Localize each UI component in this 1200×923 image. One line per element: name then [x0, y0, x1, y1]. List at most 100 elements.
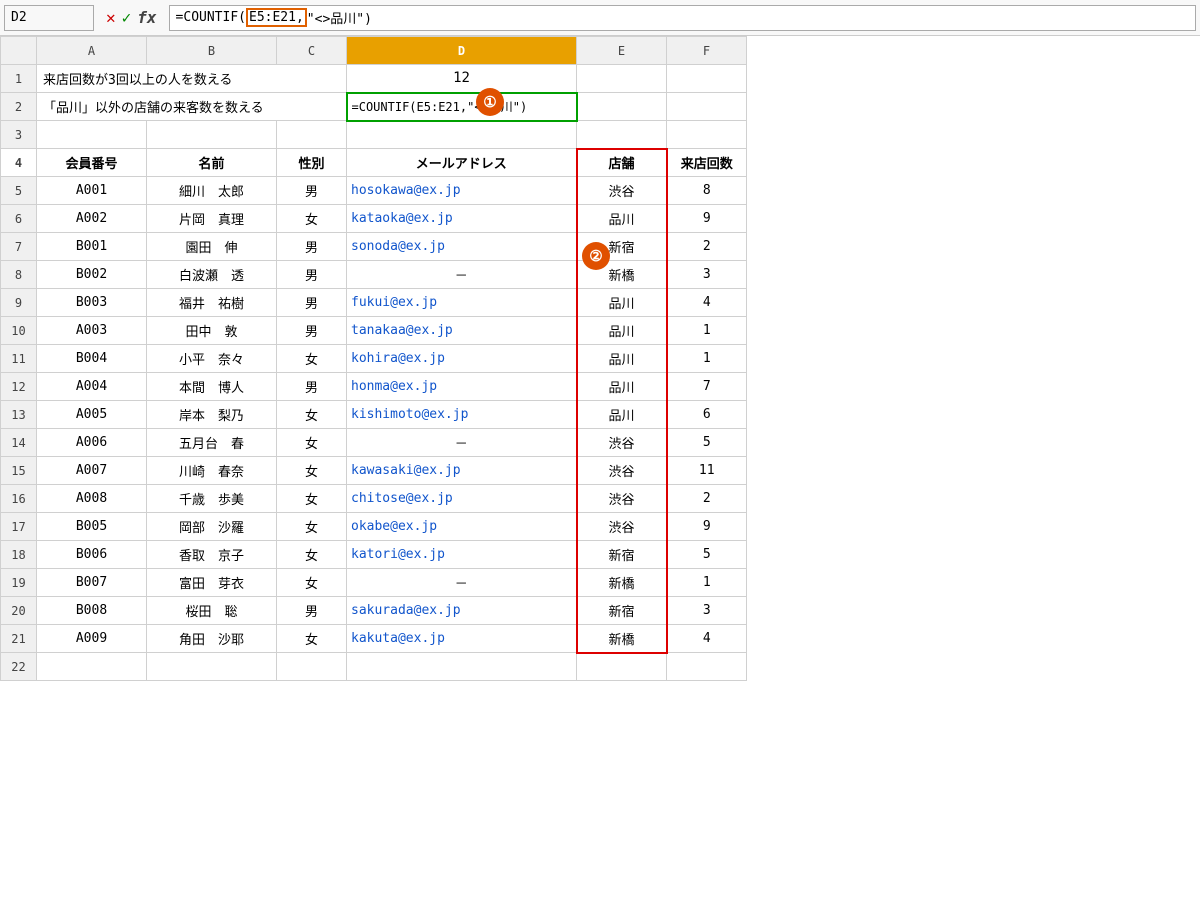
- cell-10A[interactable]: A003: [37, 317, 147, 345]
- cell-14D[interactable]: －: [347, 429, 577, 457]
- cell-21A[interactable]: A009: [37, 625, 147, 653]
- cell-17E[interactable]: 渋谷: [577, 513, 667, 541]
- col-header-B[interactable]: B: [147, 37, 277, 65]
- cell-15D[interactable]: kawasaki@ex.jp: [347, 457, 577, 485]
- cell-16F[interactable]: 2: [667, 485, 747, 513]
- cell-20C[interactable]: 男: [277, 597, 347, 625]
- cell-21D[interactable]: kakuta@ex.jp: [347, 625, 577, 653]
- cell-10D[interactable]: tanakaa@ex.jp: [347, 317, 577, 345]
- cell-11E[interactable]: 品川: [577, 345, 667, 373]
- cell-7B[interactable]: 園田 伸: [147, 233, 277, 261]
- cell-8B[interactable]: 白波瀬 透: [147, 261, 277, 289]
- function-icon[interactable]: fx: [137, 8, 156, 27]
- cell-10B[interactable]: 田中 敦: [147, 317, 277, 345]
- cell-13E[interactable]: 品川: [577, 401, 667, 429]
- cell-11D[interactable]: kohira@ex.jp: [347, 345, 577, 373]
- cell-19A[interactable]: B007: [37, 569, 147, 597]
- cell-6D[interactable]: kataoka@ex.jp: [347, 205, 577, 233]
- cell-5C[interactable]: 男: [277, 177, 347, 205]
- cell-20B[interactable]: 桜田 聡: [147, 597, 277, 625]
- col-header-C[interactable]: C: [277, 37, 347, 65]
- col-header-D[interactable]: D: [347, 37, 577, 65]
- col-header-E[interactable]: E: [577, 37, 667, 65]
- cell-5A[interactable]: A001: [37, 177, 147, 205]
- cell-9A[interactable]: B003: [37, 289, 147, 317]
- cell-16B[interactable]: 千歳 歩美: [147, 485, 277, 513]
- cell-13C[interactable]: 女: [277, 401, 347, 429]
- formula-input[interactable]: =COUNTIF(E5:E21,"<>品川"): [169, 5, 1196, 31]
- cell-17B[interactable]: 岡部 沙羅: [147, 513, 277, 541]
- cell-19C[interactable]: 女: [277, 569, 347, 597]
- cell-6E[interactable]: 品川: [577, 205, 667, 233]
- cell-8D[interactable]: －: [347, 261, 577, 289]
- cell-reference-box[interactable]: D2: [4, 5, 94, 31]
- cell-18D[interactable]: katori@ex.jp: [347, 541, 577, 569]
- cell-18A[interactable]: B006: [37, 541, 147, 569]
- cell-14C[interactable]: 女: [277, 429, 347, 457]
- cell-7F[interactable]: 2: [667, 233, 747, 261]
- cell-14B[interactable]: 五月台 春: [147, 429, 277, 457]
- cell-15E[interactable]: 渋谷: [577, 457, 667, 485]
- cell-17C[interactable]: 女: [277, 513, 347, 541]
- cell-14E[interactable]: 渋谷: [577, 429, 667, 457]
- cell-21C[interactable]: 女: [277, 625, 347, 653]
- cell-15C[interactable]: 女: [277, 457, 347, 485]
- row1-label[interactable]: 来店回数が3回以上の人を数える: [37, 65, 347, 93]
- cell-13A[interactable]: A005: [37, 401, 147, 429]
- cell-19E[interactable]: 新橋: [577, 569, 667, 597]
- cell-7A[interactable]: B001: [37, 233, 147, 261]
- cell-18E[interactable]: 新宿: [577, 541, 667, 569]
- cell-20F[interactable]: 3: [667, 597, 747, 625]
- cell-9F[interactable]: 4: [667, 289, 747, 317]
- cell-9E[interactable]: 品川: [577, 289, 667, 317]
- cell-18B[interactable]: 香取 京子: [147, 541, 277, 569]
- cell-13B[interactable]: 岸本 梨乃: [147, 401, 277, 429]
- row2-D[interactable]: =COUNTIF(E5:E21,"<>品川"): [347, 93, 577, 121]
- cell-11B[interactable]: 小平 奈々: [147, 345, 277, 373]
- cell-6F[interactable]: 9: [667, 205, 747, 233]
- cell-21F[interactable]: 4: [667, 625, 747, 653]
- cell-17F[interactable]: 9: [667, 513, 747, 541]
- cell-11A[interactable]: B004: [37, 345, 147, 373]
- cell-20D[interactable]: sakurada@ex.jp: [347, 597, 577, 625]
- cell-16E[interactable]: 渋谷: [577, 485, 667, 513]
- cell-17A[interactable]: B005: [37, 513, 147, 541]
- cell-8A[interactable]: B002: [37, 261, 147, 289]
- cell-6A[interactable]: A002: [37, 205, 147, 233]
- cell-13F[interactable]: 6: [667, 401, 747, 429]
- cell-5F[interactable]: 8: [667, 177, 747, 205]
- cell-19D[interactable]: －: [347, 569, 577, 597]
- cell-5D[interactable]: hosokawa@ex.jp: [347, 177, 577, 205]
- col-header-A[interactable]: A: [37, 37, 147, 65]
- cell-6C[interactable]: 女: [277, 205, 347, 233]
- cell-21B[interactable]: 角田 沙耶: [147, 625, 277, 653]
- cell-8C[interactable]: 男: [277, 261, 347, 289]
- cell-15B[interactable]: 川崎 春奈: [147, 457, 277, 485]
- cell-8F[interactable]: 3: [667, 261, 747, 289]
- cell-12B[interactable]: 本間 博人: [147, 373, 277, 401]
- cell-20A[interactable]: B008: [37, 597, 147, 625]
- row1-D[interactable]: 12: [347, 65, 577, 93]
- cell-14A[interactable]: A006: [37, 429, 147, 457]
- row2-label[interactable]: 「品川」以外の店舗の来客数を数える: [37, 93, 347, 121]
- cancel-icon[interactable]: ✕: [106, 8, 116, 27]
- cell-13D[interactable]: kishimoto@ex.jp: [347, 401, 577, 429]
- cell-12F[interactable]: 7: [667, 373, 747, 401]
- cell-7D[interactable]: sonoda@ex.jp: [347, 233, 577, 261]
- confirm-icon[interactable]: ✓: [122, 8, 132, 27]
- cell-11F[interactable]: 1: [667, 345, 747, 373]
- cell-19B[interactable]: 富田 芽衣: [147, 569, 277, 597]
- cell-15F[interactable]: 11: [667, 457, 747, 485]
- cell-20E[interactable]: 新宿: [577, 597, 667, 625]
- cell-12A[interactable]: A004: [37, 373, 147, 401]
- cell-18C[interactable]: 女: [277, 541, 347, 569]
- cell-12E[interactable]: 品川: [577, 373, 667, 401]
- cell-16D[interactable]: chitose@ex.jp: [347, 485, 577, 513]
- cell-12C[interactable]: 男: [277, 373, 347, 401]
- cell-21E[interactable]: 新橋: [577, 625, 667, 653]
- col-header-F[interactable]: F: [667, 37, 747, 65]
- cell-16A[interactable]: A008: [37, 485, 147, 513]
- cell-15A[interactable]: A007: [37, 457, 147, 485]
- cell-10E[interactable]: 品川: [577, 317, 667, 345]
- cell-9D[interactable]: fukui@ex.jp: [347, 289, 577, 317]
